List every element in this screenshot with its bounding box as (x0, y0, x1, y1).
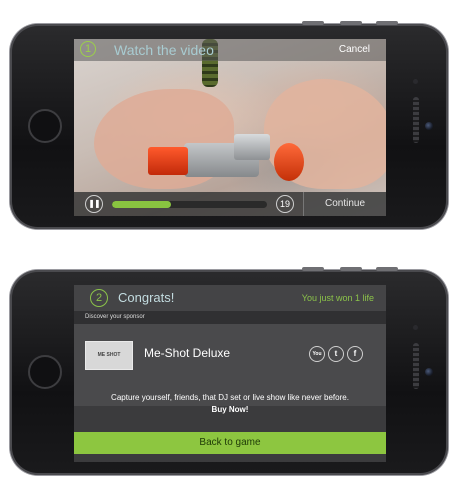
countdown-timer: 19 (276, 195, 294, 213)
phone-sensor (413, 324, 418, 330)
pause-icon[interactable]: ❚❚ (85, 195, 103, 213)
phone-frame-congrats: 2 Congrats! You just won 1 life Discover… (10, 267, 448, 475)
description-text: Capture yourself, friends, that DJ set o… (111, 393, 349, 402)
cancel-button[interactable]: Cancel (339, 39, 370, 61)
video-tool (234, 134, 270, 160)
page-title: Watch the video (114, 42, 214, 58)
congrats-header: 2 Congrats! You just won 1 life (74, 285, 386, 311)
video-tool (148, 147, 188, 175)
phone-side-button (376, 21, 398, 25)
phone-side-button (302, 21, 324, 25)
discover-label: Discover your sponsor (74, 311, 386, 324)
facebook-icon[interactable]: f (347, 346, 363, 362)
home-button[interactable] (28, 108, 62, 143)
sponsor-card: ME SHOT Me-Shot Deluxe You t f Capture y… (74, 324, 386, 414)
buy-now-link[interactable]: Buy Now! (74, 404, 386, 416)
reward-text: You just won 1 life (301, 293, 374, 303)
phone-speaker (413, 96, 419, 143)
twitter-icon[interactable]: t (328, 346, 344, 362)
phone-side-button (376, 267, 398, 271)
back-to-game-button[interactable]: Back to game (74, 432, 386, 454)
youtube-icon[interactable]: You (309, 346, 325, 362)
video-screen: 1 Watch the video Cancel ❚❚ 19 Continue (74, 39, 386, 216)
video-header: 1 Watch the video Cancel (74, 39, 386, 61)
phone-side-button (340, 267, 362, 271)
step-number: 2 (90, 289, 108, 307)
phone-sensor (413, 78, 418, 84)
step-number: 1 (80, 41, 96, 57)
congrats-screen: 2 Congrats! You just won 1 life Discover… (74, 285, 386, 462)
video-progress-bar[interactable] (112, 201, 267, 208)
page-title: Congrats! (118, 290, 175, 305)
video-controls: ❚❚ 19 Continue (74, 192, 386, 216)
sponsor-logo[interactable]: ME SHOT (85, 341, 133, 370)
phone-side-button (340, 21, 362, 25)
phone-speaker (413, 342, 419, 389)
video-tool (274, 143, 304, 181)
sponsor-description: Capture yourself, friends, that DJ set o… (74, 392, 386, 416)
sponsor-name: Me-Shot Deluxe (144, 346, 231, 360)
camera-icon (425, 121, 433, 130)
phone-side-button (302, 267, 324, 271)
video-frame[interactable] (74, 39, 386, 216)
phone-frame-video: 1 Watch the video Cancel ❚❚ 19 Continue (10, 21, 448, 229)
home-button[interactable] (28, 354, 62, 389)
video-progress-fill (112, 201, 171, 208)
continue-button[interactable]: Continue (303, 192, 386, 216)
camera-icon (425, 367, 433, 376)
